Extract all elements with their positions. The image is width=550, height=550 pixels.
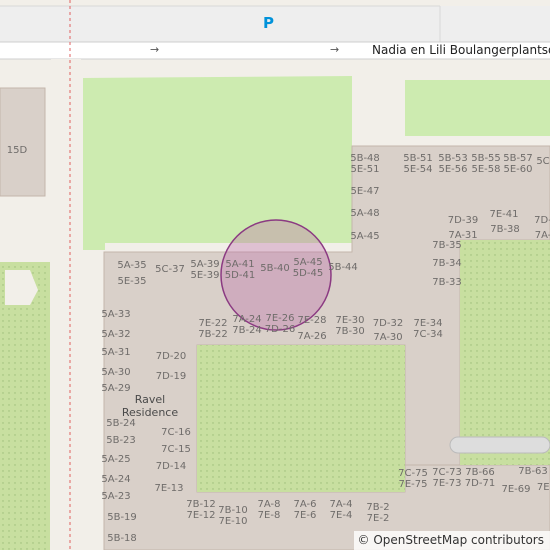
parking-icon[interactable]: P xyxy=(263,14,274,32)
unit-label: 7E-26 7D-26 xyxy=(264,313,296,335)
unit-label: 5E-35 xyxy=(117,276,147,287)
unit-label: 7D-14 xyxy=(155,461,187,472)
unit-label: 5A-23 xyxy=(101,491,131,502)
courtyard-main xyxy=(197,345,405,492)
unit-label: 5B-48 5E-51 xyxy=(350,153,380,175)
unit-label: 7D-20 xyxy=(155,351,187,362)
courtyard-path xyxy=(449,436,550,454)
unit-label: 7C-15 xyxy=(161,444,191,455)
unit-label: 7E-22 7B-22 xyxy=(198,318,228,340)
unit-label: 5A-48 xyxy=(350,208,380,219)
unit-label: 7D-19 xyxy=(155,371,187,382)
unit-label: 5A-39 5E-39 xyxy=(190,259,220,281)
unit-label: 7B-63 xyxy=(518,466,548,477)
oneway-arrow-icon: → xyxy=(150,43,160,56)
unit-label: 5A-31 xyxy=(101,347,131,358)
unit-label: 5C xyxy=(536,156,550,167)
street-name[interactable]: Nadia en Lili Boulangerplantsoen xyxy=(372,43,550,57)
left-path xyxy=(51,59,81,550)
unit-label: 5B-24 xyxy=(106,418,136,429)
unit-label: 5A-32 xyxy=(101,329,131,340)
unit-label: 7B-66 7D-71 xyxy=(464,467,496,489)
unit-label: 7E-13 xyxy=(154,483,184,494)
unit-label: 7E-69 xyxy=(501,484,531,495)
unit-label: 5B-44 xyxy=(328,262,358,273)
building-15d[interactable] xyxy=(0,87,46,197)
unit-label: 5A-41 5D-41 xyxy=(224,259,256,281)
unit-label: 7C-73 7E-73 xyxy=(432,467,462,489)
unit-label: 7D-39 xyxy=(447,215,479,226)
unit-label: 5A-35 xyxy=(117,260,147,271)
unit-label: 5A-30 xyxy=(101,367,131,378)
unit-label: 7B-35 xyxy=(432,240,462,251)
unit-label: 5A-45 xyxy=(350,231,380,242)
building-name-ravel-residence[interactable]: Ravel Residence xyxy=(122,393,178,419)
unit-label: 7C-75 7E-75 xyxy=(398,468,428,490)
unit-label: 5B-57 5E-60 xyxy=(503,153,533,175)
unit-label: 7B-38 xyxy=(490,224,520,235)
unit-label: 7B-34 xyxy=(432,258,462,269)
unit-label: 7A-30 xyxy=(373,332,403,343)
unit-label: 7B-10 7E-10 xyxy=(218,505,248,527)
unit-label: 7E-41 xyxy=(489,209,519,220)
unit-label: 7E-30 7B-30 xyxy=(335,315,365,337)
unit-label: 5B-51 5E-54 xyxy=(403,153,433,175)
unit-label: 7D-32 xyxy=(372,318,404,329)
park-top xyxy=(83,76,352,250)
unit-label: 5A-33 xyxy=(101,309,131,320)
unit-label: 7A-6 7E-6 xyxy=(293,499,317,521)
building-label-15d: 15D xyxy=(6,145,28,156)
courtyard-right xyxy=(460,240,550,465)
unit-label: 5B-23 xyxy=(106,435,136,446)
unit-label: 5A-29 xyxy=(101,383,131,394)
unit-label: 5A-25 xyxy=(101,454,131,465)
unit-label: 7B-2 7E-2 xyxy=(366,502,390,524)
oneway-arrow-icon: → xyxy=(330,43,340,56)
unit-label: 5A-24 xyxy=(101,474,131,485)
unit-label: 7D- xyxy=(534,215,550,226)
unit-label: 7E-28 xyxy=(297,315,327,326)
unit-label: 7B-33 xyxy=(432,277,462,288)
unit-label: 7C-16 xyxy=(161,427,191,438)
unit-label: 5B-53 5E-56 xyxy=(438,153,468,175)
unit-label: 7A- xyxy=(534,230,550,241)
unit-label: 7B-12 7E-12 xyxy=(186,499,216,521)
unit-label: 7A-26 xyxy=(297,331,327,342)
unit-label: 5B-19 xyxy=(107,512,137,523)
unit-label: 5C-37 xyxy=(155,264,185,275)
unit-label: 5A-45 5D-45 xyxy=(292,257,324,279)
unit-label: 7E-34 7C-34 xyxy=(413,318,443,340)
unit-label: 5B-55 5E-58 xyxy=(471,153,501,175)
unit-label: 7A-4 7E-4 xyxy=(329,499,353,521)
attribution[interactable]: © OpenStreetMap contributors xyxy=(353,531,550,550)
unit-label: 5E-47 xyxy=(350,186,380,197)
unit-label: 7A-24 7B-24 xyxy=(232,314,262,336)
unit-label: 5B-18 xyxy=(107,533,137,544)
left-grass xyxy=(0,262,50,550)
unit-label: 7A-8 7E-8 xyxy=(257,499,281,521)
unit-label: 7E- xyxy=(536,482,550,493)
parking-area xyxy=(0,6,550,42)
unit-label: 5B-40 xyxy=(260,263,290,274)
park-top-right xyxy=(405,80,550,136)
attribution-text[interactable]: © OpenStreetMap contributors xyxy=(358,533,544,547)
